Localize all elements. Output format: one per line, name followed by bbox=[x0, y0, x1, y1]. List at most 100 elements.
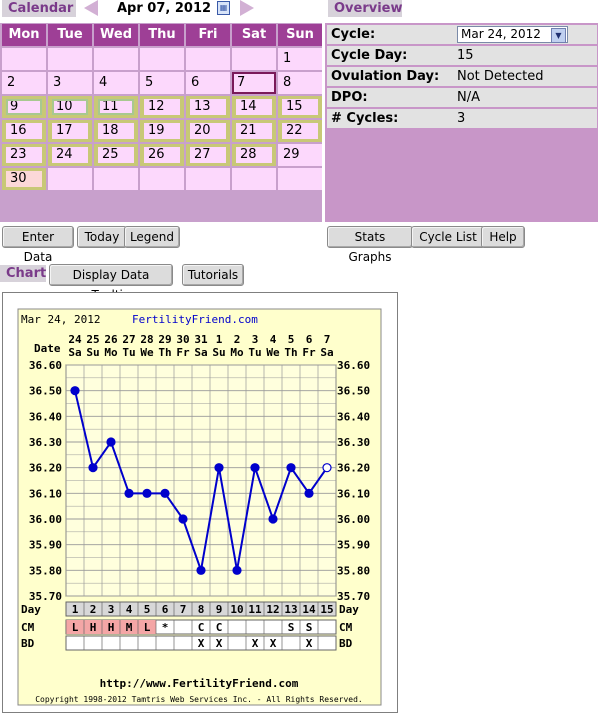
y-tick-label-right: 36.10 bbox=[337, 487, 370, 500]
cm-value: * bbox=[162, 621, 169, 634]
y-tick-label-right: 36.60 bbox=[337, 359, 370, 372]
y-tick-label-left: 36.00 bbox=[29, 513, 62, 526]
help-button[interactable]: Help bbox=[481, 226, 525, 248]
calendar-day-cell[interactable]: 24 bbox=[48, 144, 92, 166]
calendar-day-cell[interactable]: 21 bbox=[232, 120, 276, 142]
calendar-day-cell[interactable]: 7 bbox=[232, 72, 276, 94]
calendar-day-cell[interactable]: 5 bbox=[140, 72, 184, 94]
day-number: 8 bbox=[198, 603, 205, 616]
temperature-point bbox=[196, 565, 206, 575]
date-label: 31 bbox=[194, 333, 208, 346]
cycle-select[interactable]: Mar 24, 2012 ▼ bbox=[457, 26, 568, 43]
calendar-day-number: 17 bbox=[52, 123, 88, 139]
calendar-day-cell[interactable]: 3 bbox=[48, 72, 92, 94]
cycle-label: Cycle: bbox=[331, 27, 376, 42]
calendar-picker-icon[interactable]: ▦ bbox=[217, 1, 230, 15]
y-tick-label-left: 36.40 bbox=[29, 410, 62, 423]
weekday-label: Th bbox=[158, 346, 171, 359]
calendar-day-number bbox=[278, 168, 322, 190]
calendar-day-cell[interactable]: 18 bbox=[94, 120, 138, 142]
day-number: 1 bbox=[72, 603, 79, 616]
weekday-label: We bbox=[140, 346, 154, 359]
calendar-day-cell[interactable]: 16 bbox=[2, 120, 46, 142]
ovulation-day-value: Not Detected bbox=[457, 69, 544, 84]
weekday-label: Th bbox=[284, 346, 297, 359]
calendar-day-cell[interactable]: 20 bbox=[186, 120, 230, 142]
calendar-day-number: 8 bbox=[283, 75, 292, 90]
y-tick-label-right: 35.70 bbox=[337, 590, 370, 603]
y-tick-label-left: 36.60 bbox=[29, 359, 62, 372]
calendar-day-cell[interactable]: 25 bbox=[94, 144, 138, 166]
next-month-arrow-icon[interactable] bbox=[240, 0, 254, 16]
calendar-day-number: 14 bbox=[236, 99, 272, 115]
calendar-day-cell[interactable]: 4 bbox=[94, 72, 138, 94]
day-number: 14 bbox=[302, 603, 316, 616]
calendar-day-cell[interactable]: 13 bbox=[186, 96, 230, 118]
dpo-value: N/A bbox=[457, 90, 480, 105]
date-label: 30 bbox=[176, 333, 189, 346]
calendar-day-number bbox=[232, 168, 276, 190]
cm-row-label-left: CM bbox=[21, 621, 35, 634]
date-label: 24 bbox=[68, 333, 82, 346]
cycle-select-value: Mar 24, 2012 bbox=[461, 27, 541, 41]
calendar-day-cell[interactable]: 27 bbox=[186, 144, 230, 166]
chart-copyright: Copyright 1998-2012 Tamtris Web Services… bbox=[35, 695, 363, 704]
tutorials-button[interactable]: Tutorials bbox=[182, 264, 244, 286]
bd-value: X bbox=[252, 637, 259, 650]
chevron-down-icon[interactable]: ▼ bbox=[551, 28, 566, 43]
cm-value: S bbox=[306, 621, 313, 634]
y-tick-label-right: 35.90 bbox=[337, 539, 370, 552]
overview-panel: Cycle: Mar 24, 2012 ▼ Cycle Day: 15 Ovul… bbox=[325, 23, 598, 222]
calendar-day-number bbox=[2, 48, 46, 70]
cm-value: M bbox=[126, 621, 133, 634]
chart-header-site: FertilityFriend.com bbox=[132, 313, 258, 326]
day-number: 12 bbox=[266, 603, 279, 616]
legend-button[interactable]: Legend bbox=[124, 226, 180, 248]
calendar-day-number bbox=[232, 48, 276, 70]
y-tick-label-right: 35.80 bbox=[337, 564, 370, 577]
weekday-label: Su bbox=[86, 346, 99, 359]
calendar-empty-cell bbox=[186, 48, 230, 70]
calendar-day-number: 6 bbox=[191, 75, 200, 90]
calendar-day-cell[interactable]: 26 bbox=[140, 144, 184, 166]
calendar-day-cell[interactable]: 12 bbox=[140, 96, 184, 118]
calendar-day-cell[interactable]: 14 bbox=[232, 96, 276, 118]
calendar-day-cell[interactable]: 9 bbox=[2, 96, 46, 118]
cm-value: H bbox=[90, 621, 97, 634]
calendar-day-number: 10 bbox=[52, 99, 88, 115]
cycle-list-button[interactable]: Cycle List bbox=[411, 226, 485, 248]
calendar-day-cell[interactable]: 8 bbox=[278, 72, 322, 94]
calendar-empty-cell bbox=[278, 168, 322, 190]
calendar-day-cell[interactable]: 15 bbox=[278, 96, 322, 118]
calendar-day-cell[interactable]: 1 bbox=[278, 48, 322, 70]
calendar-day-cell[interactable]: 17 bbox=[48, 120, 92, 142]
calendar-day-number: 27 bbox=[190, 147, 226, 163]
calendar-day-cell[interactable]: 28 bbox=[232, 144, 276, 166]
calendar-day-cell[interactable]: 29 bbox=[278, 144, 322, 166]
display-data-tooltip-button[interactable]: Display Data Tooltip bbox=[49, 264, 173, 302]
enter-data-button[interactable]: Enter Data bbox=[2, 226, 74, 264]
weekday-label: Fr bbox=[176, 346, 190, 359]
calendar-day-cell[interactable]: 10 bbox=[48, 96, 92, 118]
calendar-day-cell[interactable]: 11 bbox=[94, 96, 138, 118]
y-tick-label-right: 36.50 bbox=[337, 385, 370, 398]
stats-graphs-button[interactable]: Stats Graphs bbox=[327, 226, 413, 264]
y-tick-label-left: 36.30 bbox=[29, 436, 62, 449]
day-number: 2 bbox=[90, 603, 97, 616]
calendar-day-cell[interactable]: 6 bbox=[186, 72, 230, 94]
calendar-day-cell[interactable]: 23 bbox=[2, 144, 46, 166]
calendar-day-cell[interactable]: 2 bbox=[2, 72, 46, 94]
cycles-count-label: # Cycles: bbox=[331, 111, 399, 126]
overview-tab: Overview bbox=[328, 0, 403, 17]
calendar-day-cell[interactable]: 30 bbox=[2, 168, 46, 190]
calendar-day-number bbox=[48, 168, 92, 190]
calendar-day-cell[interactable]: 19 bbox=[140, 120, 184, 142]
day-number: 15 bbox=[320, 603, 333, 616]
calendar-day-cell[interactable]: 22 bbox=[278, 120, 322, 142]
weekday-label: Sa bbox=[320, 346, 333, 359]
prev-month-arrow-icon[interactable] bbox=[84, 0, 98, 16]
bbt-chart: Mar 24, 2012 FertilityFriend.com Date Da… bbox=[17, 308, 382, 706]
overview-row-cycle: Cycle: Mar 24, 2012 ▼ bbox=[327, 25, 597, 44]
today-button[interactable]: Today bbox=[77, 226, 127, 248]
day-row-label-left: Day bbox=[21, 603, 41, 616]
